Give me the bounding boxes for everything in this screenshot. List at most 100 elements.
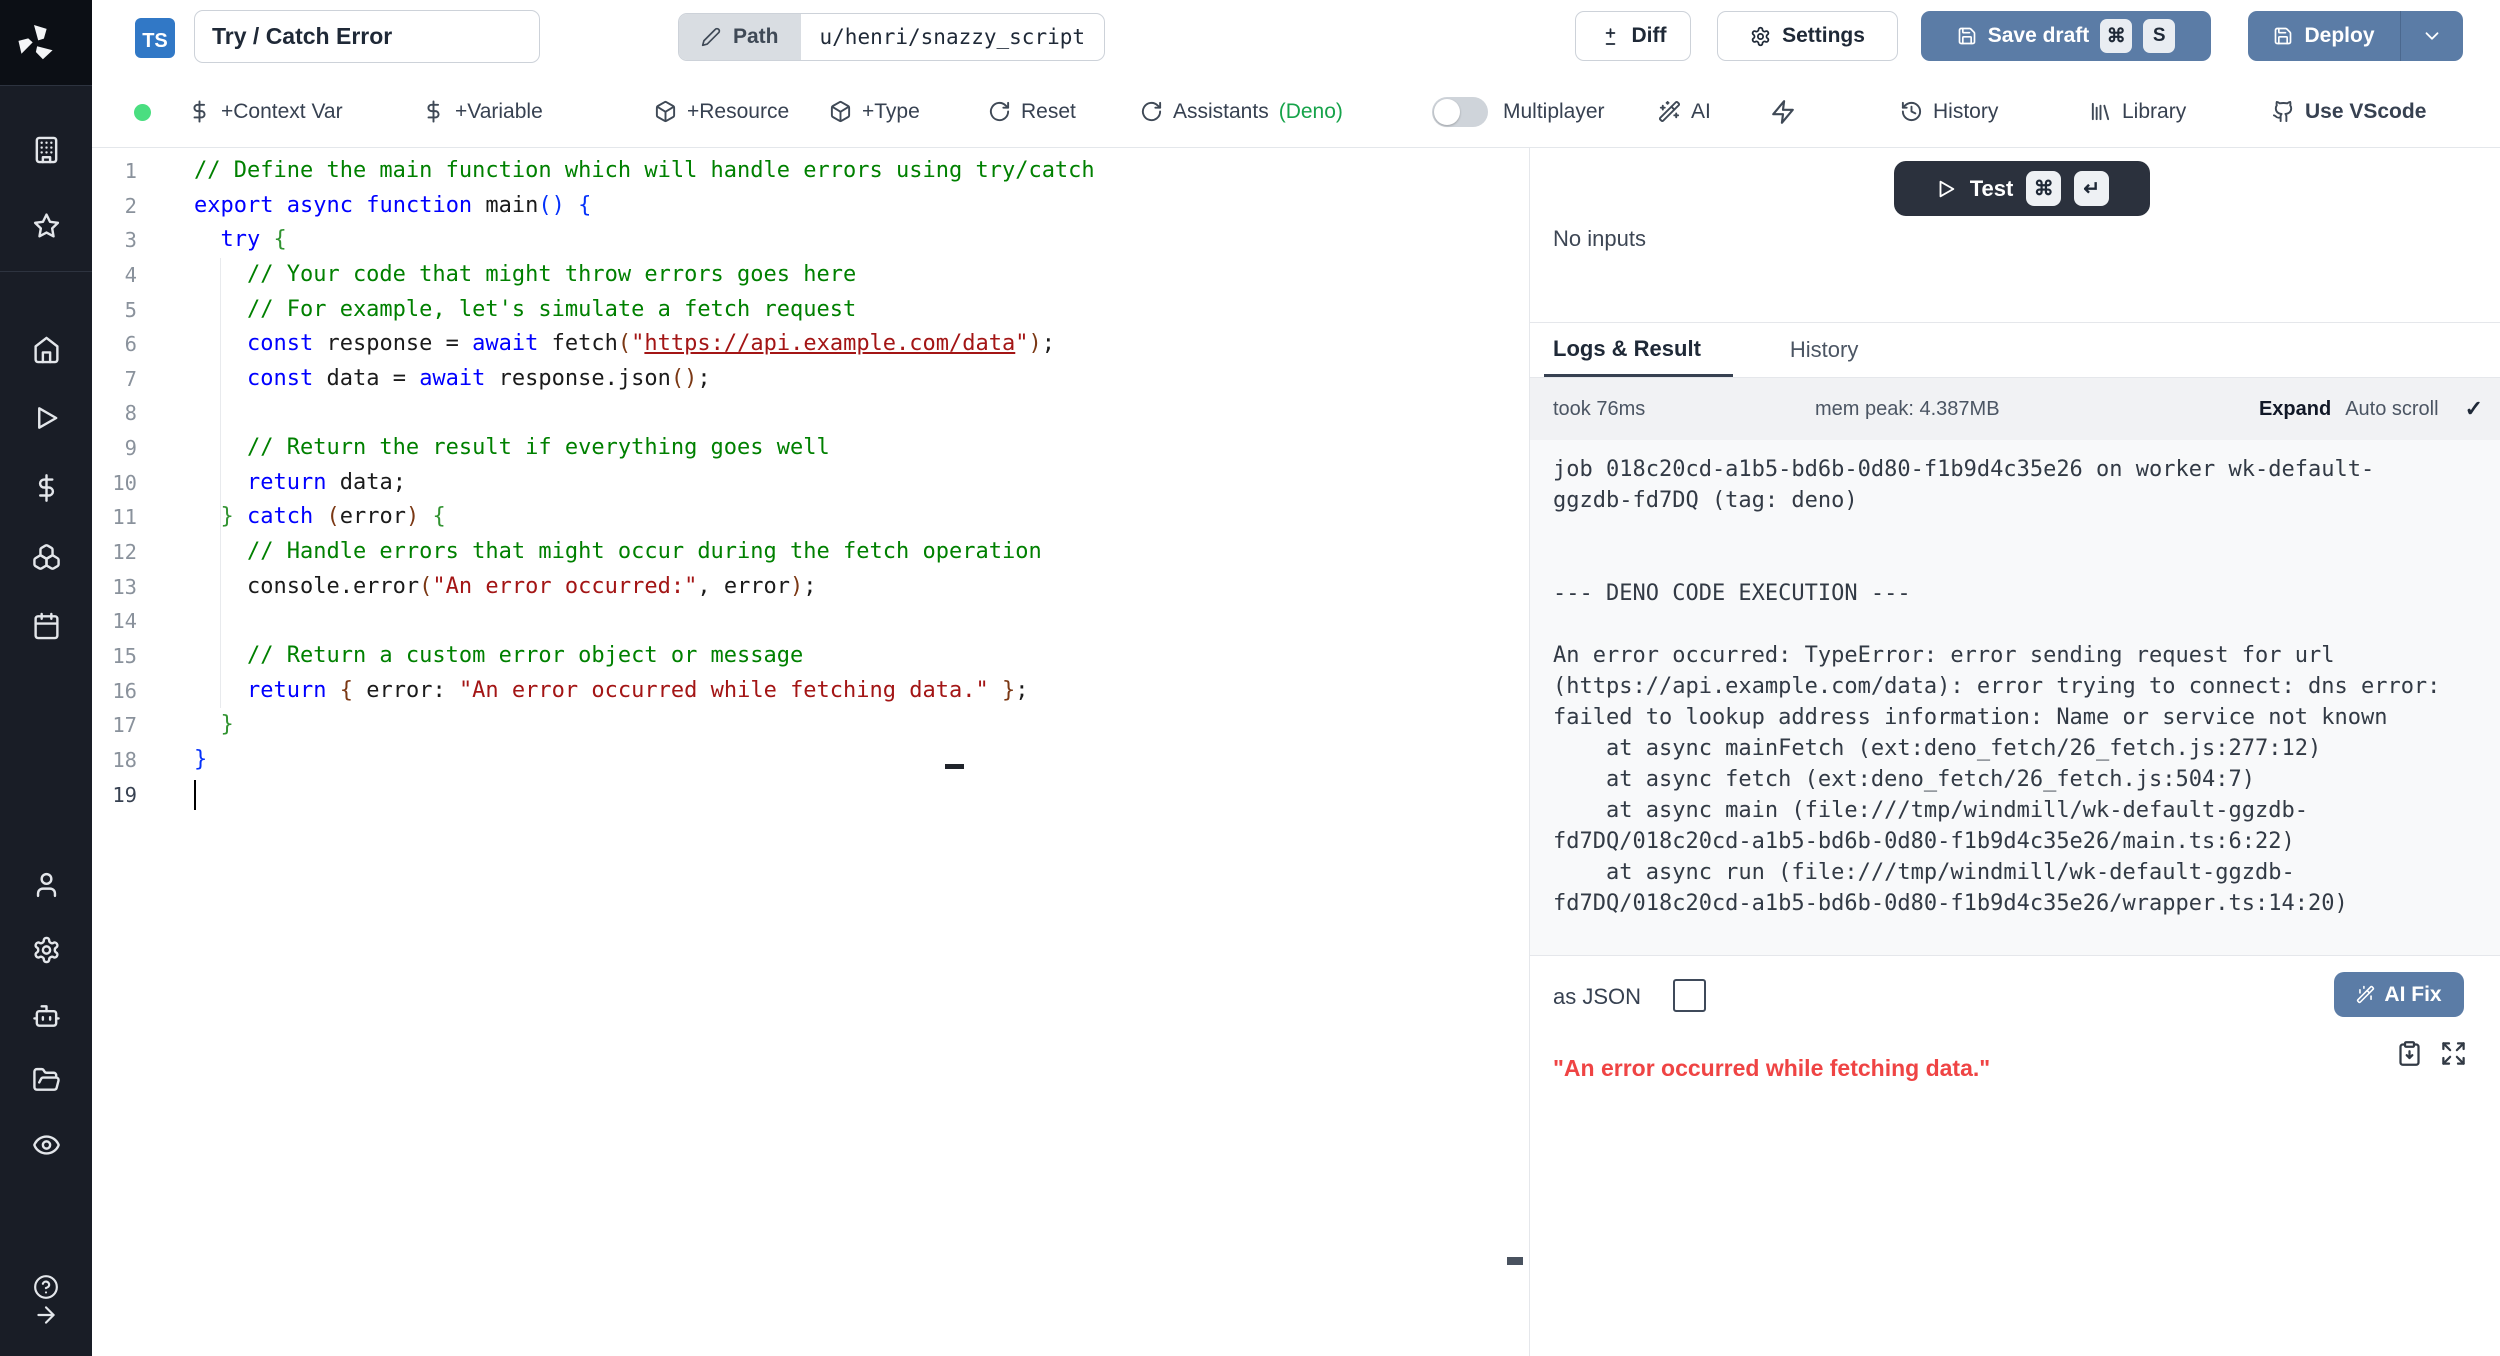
add-resource-button[interactable]: +Resource	[654, 76, 789, 147]
add-variable-button[interactable]: +Variable	[422, 76, 543, 147]
history-clock-icon	[1900, 100, 1923, 123]
runs-play-icon[interactable]	[0, 404, 92, 433]
settings-button[interactable]: Settings	[1717, 11, 1898, 61]
code-line[interactable]: 18}	[92, 743, 1529, 778]
code-line[interactable]: 17 }	[92, 708, 1529, 743]
line-number: 14	[92, 604, 137, 639]
workspace-building-icon[interactable]	[0, 136, 92, 165]
line-number: 5	[92, 293, 137, 328]
line-number: 10	[92, 466, 137, 501]
line-number: 19	[92, 778, 137, 813]
multiplayer-item: Multiplayer	[1432, 76, 1605, 147]
code-line[interactable]: 6 const response = await fetch("https://…	[92, 327, 1529, 362]
code-line[interactable]: 5 // For example, let's simulate a fetch…	[92, 293, 1529, 328]
line-number: 18	[92, 743, 137, 778]
reset-label: Reset	[1021, 100, 1076, 124]
ai-fix-button[interactable]: AI Fix	[2334, 972, 2464, 1017]
code-line[interactable]: 2export async function main() {	[92, 189, 1529, 224]
save-draft-button[interactable]: Save draft ⌘ S	[1921, 11, 2211, 61]
add-type-button[interactable]: +Type	[829, 76, 920, 147]
no-inputs-label: No inputs	[1553, 226, 1646, 252]
resources-boxes-icon[interactable]	[0, 543, 92, 572]
folder-open-icon[interactable]	[0, 1066, 92, 1095]
code-line[interactable]: 1// Define the main function which will …	[92, 154, 1529, 189]
as-json-label: as JSON	[1553, 984, 1641, 1010]
add-context-var-button[interactable]: +Context Var	[188, 76, 343, 147]
toggle-knob	[1434, 99, 1460, 125]
diff-icon	[1600, 26, 1621, 47]
chevron-down-icon	[2421, 25, 2443, 47]
check-icon: ✓	[2465, 396, 2483, 422]
favorites-star-icon[interactable]	[0, 212, 92, 241]
code-line[interactable]: 8	[92, 396, 1529, 431]
home-icon[interactable]	[0, 336, 92, 365]
ai-button[interactable]: AI	[1658, 76, 1711, 147]
lightning-button[interactable]	[1770, 76, 1796, 147]
line-number: 11	[92, 500, 137, 535]
deploy-button[interactable]: Deploy	[2248, 11, 2463, 61]
library-label: Library	[2122, 100, 2186, 124]
code-line[interactable]: 16 return { error: "An error occurred wh…	[92, 674, 1529, 709]
collapse-arrow-icon[interactable]	[0, 1302, 92, 1328]
dollar-icon	[188, 100, 211, 123]
code-line[interactable]: 9 // Return the result if everything goe…	[92, 431, 1529, 466]
code-line[interactable]: 10 return data;	[92, 466, 1529, 501]
code-line[interactable]: 3 try {	[92, 223, 1529, 258]
expand-button[interactable]: Expand	[2259, 398, 2331, 421]
code-line[interactable]: 14	[92, 604, 1529, 639]
audit-eye-icon[interactable]	[0, 1131, 92, 1160]
code-line[interactable]: 7 const data = await response.json();	[92, 362, 1529, 397]
variables-dollar-icon[interactable]	[0, 474, 92, 503]
code-line[interactable]: 13 console.error("An error occurred:", e…	[92, 570, 1529, 605]
duration-label: took 76ms	[1553, 398, 1645, 421]
windmill-logo[interactable]	[0, 0, 92, 85]
line-number: 1	[92, 154, 137, 189]
workers-robot-icon[interactable]	[0, 1002, 92, 1031]
line-number: 17	[92, 708, 137, 743]
library-button[interactable]: Library	[2089, 76, 2186, 147]
code-line[interactable]: 19	[92, 778, 1529, 813]
assistants-button[interactable]: Assistants (Deno)	[1140, 76, 1343, 147]
deploy-dropdown-button[interactable]	[2401, 25, 2463, 47]
multiplayer-toggle[interactable]	[1432, 97, 1488, 127]
autoscroll-toggle[interactable]: Auto scroll	[2345, 398, 2438, 421]
diff-button[interactable]: Diff	[1575, 11, 1691, 61]
code-line[interactable]: 4 // Your code that might throw errors g…	[92, 258, 1529, 293]
schedules-calendar-icon[interactable]	[0, 612, 92, 641]
path-button[interactable]: Path u/henri/snazzy_script	[678, 13, 1105, 61]
use-vscode-button[interactable]: Use VScode	[2272, 76, 2426, 147]
typescript-badge: TS	[135, 18, 175, 58]
package-icon	[829, 100, 852, 123]
history-label: History	[1933, 100, 1998, 124]
tab-history[interactable]: History	[1780, 323, 1868, 377]
assistants-label: Assistants	[1173, 100, 1269, 124]
line-number: 9	[92, 431, 137, 466]
settings-gear-icon[interactable]	[0, 936, 92, 965]
line-number: 8	[92, 396, 137, 431]
test-button[interactable]: Test ⌘ ↵	[1894, 161, 2150, 216]
script-title-input[interactable]	[194, 10, 540, 63]
save-icon	[2273, 26, 2293, 46]
user-icon[interactable]	[0, 871, 92, 900]
copy-clipboard-icon[interactable]	[2396, 1040, 2423, 1067]
code-line[interactable]: 15 // Return a custom error object or me…	[92, 639, 1529, 674]
tab-logs-result[interactable]: Logs & Result	[1544, 323, 1733, 377]
code-line[interactable]: 11 } catch (error) {	[92, 500, 1529, 535]
history-button[interactable]: History	[1900, 76, 1998, 147]
diff-label: Diff	[1632, 24, 1667, 48]
editor-mark	[945, 764, 964, 769]
code-editor[interactable]: 1// Define the main function which will …	[92, 148, 1530, 1356]
add-context-var-label: +Context Var	[221, 100, 343, 124]
path-label: Path	[733, 25, 779, 49]
code-line[interactable]: 12 // Handle errors that might occur dur…	[92, 535, 1529, 570]
reset-button[interactable]: Reset	[988, 76, 1076, 147]
help-circle-icon[interactable]	[0, 1274, 92, 1300]
expand-result-icon[interactable]	[2440, 1040, 2467, 1067]
github-cat-icon	[2272, 100, 2295, 123]
enter-key-chip: ↵	[2074, 171, 2109, 206]
pencil-icon	[701, 27, 721, 47]
status-dot	[134, 104, 151, 121]
settings-label: Settings	[1782, 24, 1865, 48]
as-json-checkbox[interactable]	[1673, 979, 1706, 1012]
line-number: 15	[92, 639, 137, 674]
